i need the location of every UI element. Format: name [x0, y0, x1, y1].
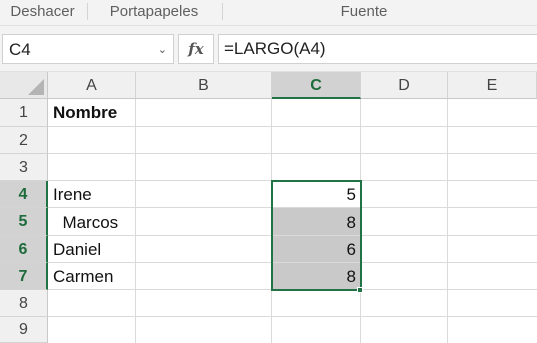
chevron-down-icon[interactable]: ⌄: [158, 43, 167, 56]
row-header-3[interactable]: 3: [0, 154, 48, 181]
ribbon-group-font: Fuente: [340, 3, 388, 20]
cell-a4[interactable]: Irene: [53, 185, 92, 205]
select-all-icon: [28, 79, 44, 95]
column-header-a[interactable]: A: [48, 72, 136, 99]
ribbon-separator: [87, 3, 88, 20]
formula-bar: C4 ⌄ fx =LARGO(A4): [0, 26, 537, 72]
spreadsheet-grid[interactable]: A B C D E 1 2 3 4 5 6 7 8 9 Nombre Irene…: [0, 72, 537, 343]
formula-text: =LARGO(A4): [224, 39, 326, 58]
row-gridline: [48, 316, 537, 317]
row-gridline: [48, 126, 537, 127]
formula-input[interactable]: =LARGO(A4): [218, 34, 537, 64]
column-header-c[interactable]: C: [272, 72, 361, 99]
cell-a7[interactable]: Carmen: [53, 267, 113, 287]
cell-a1[interactable]: Nombre: [53, 103, 117, 123]
ribbon-group-undo: Deshacer: [10, 3, 75, 20]
row-header-9[interactable]: 9: [0, 317, 48, 343]
ribbon-group-labels: Deshacer Portapapeles Fuente: [0, 0, 537, 26]
cell-a5[interactable]: Marcos: [53, 213, 118, 233]
ribbon-separator: [222, 3, 223, 20]
row-header-6[interactable]: 6: [0, 236, 48, 263]
row-header-1[interactable]: 1: [0, 99, 48, 127]
select-all-button[interactable]: [0, 72, 48, 99]
ribbon-group-clipboard: Portapapeles: [109, 3, 199, 20]
name-box[interactable]: C4 ⌄: [2, 34, 174, 64]
function-icon: fx: [188, 40, 204, 58]
name-box-value: C4: [9, 40, 31, 59]
insert-function-button[interactable]: fx: [178, 34, 214, 64]
selection-border: [271, 180, 362, 291]
row-header-4[interactable]: 4: [0, 181, 48, 208]
fill-handle[interactable]: [357, 287, 363, 293]
row-header-2[interactable]: 2: [0, 127, 48, 154]
column-gridline: [135, 99, 136, 343]
cell-a6[interactable]: Daniel: [53, 240, 101, 260]
column-gridline: [447, 99, 448, 343]
row-gridline: [48, 153, 537, 154]
row-header-8[interactable]: 8: [0, 290, 48, 317]
row-header-5[interactable]: 5: [0, 208, 48, 236]
row-header-7[interactable]: 7: [0, 263, 48, 290]
column-header-e[interactable]: E: [448, 72, 537, 99]
column-header-b[interactable]: B: [136, 72, 272, 99]
column-header-d[interactable]: D: [361, 72, 448, 99]
